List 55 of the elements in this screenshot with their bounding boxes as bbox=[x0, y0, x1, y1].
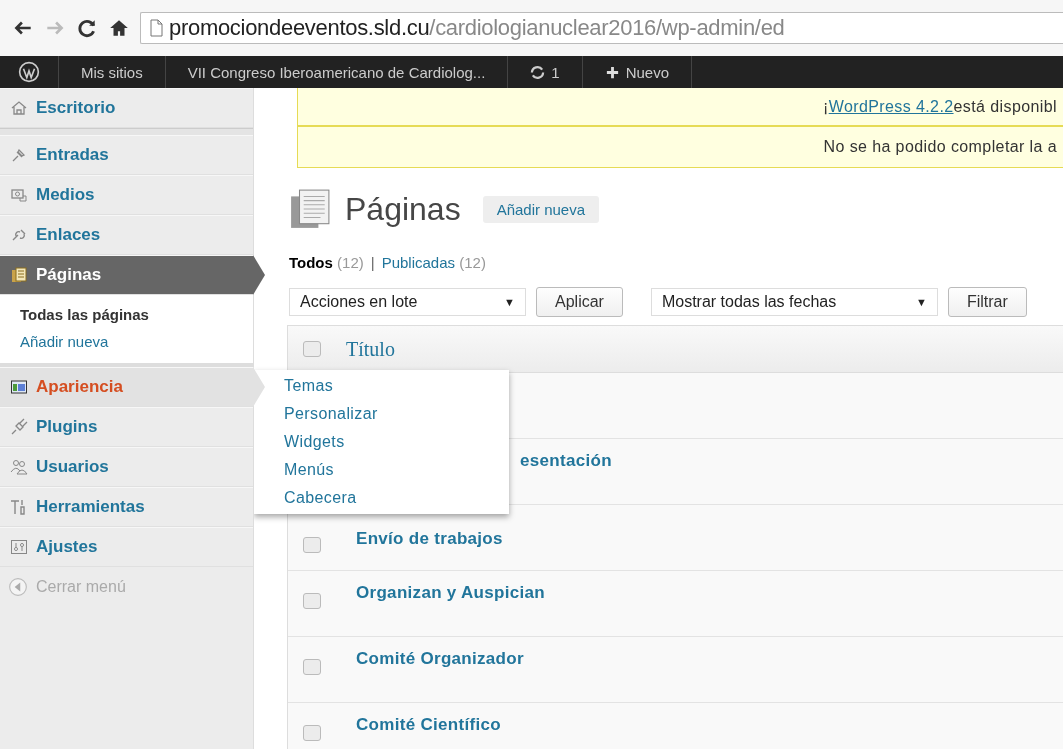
pages-icon bbox=[10, 266, 28, 284]
submenu-item[interactable]: Añadir nueva bbox=[20, 328, 253, 355]
page-title-link[interactable]: esentación bbox=[520, 451, 612, 471]
pages-icon bbox=[289, 188, 331, 230]
menu-item[interactable]: Medios bbox=[0, 175, 253, 215]
flyout-menu-item[interactable]: Personalizar bbox=[284, 400, 489, 428]
update-link[interactable]: WordPress 4.2.2 bbox=[828, 97, 954, 116]
house-icon bbox=[10, 99, 28, 117]
menu-item[interactable]: Páginas bbox=[0, 255, 265, 295]
bulk-actions-dropdown[interactable]: Acciones en lote ▼ bbox=[289, 288, 526, 316]
page-title-link[interactable]: Comité Organizador bbox=[356, 649, 524, 669]
notice-message: No se ha podido completar la a bbox=[297, 126, 1063, 168]
layout-icon bbox=[10, 378, 28, 396]
page-title-link[interactable]: Organizan y Auspician bbox=[356, 583, 545, 603]
menu-item[interactable]: Plugins bbox=[0, 407, 253, 447]
apply-button[interactable]: Aplicar bbox=[536, 287, 623, 317]
page-title-link[interactable]: Comité Científico bbox=[356, 715, 501, 735]
menu-item[interactable]: Apariencia bbox=[0, 367, 265, 407]
flyout-menu-item[interactable]: Cabecera bbox=[284, 484, 489, 512]
flyout-menu-item[interactable]: Temas bbox=[284, 372, 489, 400]
page-title-link[interactable]: Envío de trabajos bbox=[356, 529, 503, 549]
row-checkbox[interactable] bbox=[303, 725, 321, 741]
column-header[interactable]: Título bbox=[346, 337, 395, 361]
address-bar[interactable]: promociondeeventos.sld.cu/cardiologianuclear2016/wp-admin/ed bbox=[140, 12, 1063, 44]
row-checkbox[interactable] bbox=[303, 593, 321, 609]
sliders-icon bbox=[10, 538, 28, 556]
menu-item[interactable]: Entradas bbox=[0, 135, 253, 175]
plus-icon bbox=[604, 64, 620, 80]
menu-item[interactable]: Ajustes bbox=[0, 527, 253, 567]
row-checkbox[interactable] bbox=[303, 659, 321, 675]
status-filter-link[interactable]: Publicadas (12) bbox=[381, 254, 486, 271]
filter-separator: | bbox=[370, 254, 375, 271]
plug-icon bbox=[10, 418, 28, 436]
refresh-icon bbox=[530, 64, 546, 80]
flyout-menu-item[interactable]: Widgets bbox=[284, 428, 489, 456]
filter-button[interactable]: Filtrar bbox=[947, 287, 1027, 317]
status-filter-link[interactable]: Todos (12) bbox=[289, 254, 364, 271]
tools-icon bbox=[10, 498, 28, 516]
menu-item[interactable]: Usuarios bbox=[0, 447, 253, 487]
submenu-item[interactable]: Todas las páginas bbox=[20, 301, 253, 328]
users-icon bbox=[10, 458, 28, 476]
flyout-menu-item[interactable]: Menús bbox=[284, 456, 489, 484]
menu-item[interactable]: Herramientas bbox=[0, 487, 253, 527]
camera-icon bbox=[10, 186, 28, 204]
admin-bar-link[interactable]: Mis sitios bbox=[59, 56, 166, 88]
page-icon bbox=[149, 19, 163, 37]
page-title: Páginas bbox=[345, 190, 461, 228]
row-checkbox[interactable] bbox=[303, 537, 321, 553]
logo-icon bbox=[18, 61, 40, 83]
select-all-checkbox[interactable] bbox=[303, 341, 321, 357]
url-text: promociondeeventos.sld.cu/cardiologianuclear2016/wp-admin/ed bbox=[169, 15, 785, 41]
add-new-button[interactable]: Añadir nueva bbox=[482, 195, 600, 223]
reload-icon[interactable] bbox=[76, 17, 98, 39]
notice-message: ¡WordPress 4.2.2está disponibl bbox=[297, 88, 1063, 126]
date-filter-dropdown[interactable]: Mostrar todas las fechas ▼ bbox=[650, 288, 938, 316]
